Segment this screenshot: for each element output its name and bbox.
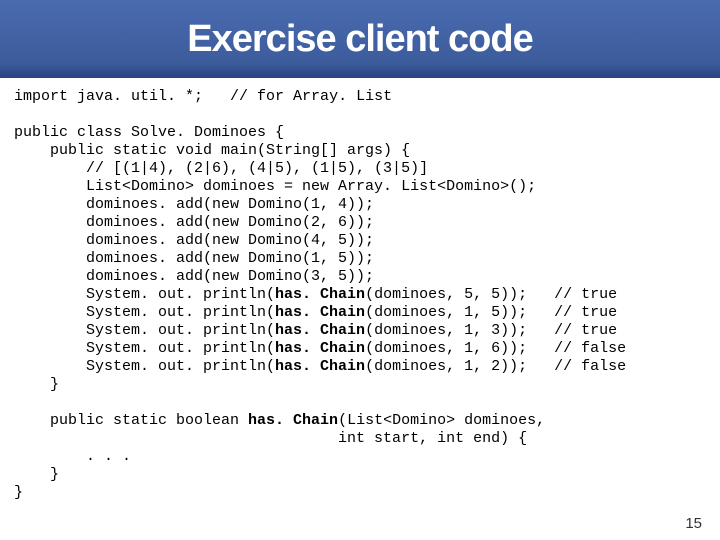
code-comment: // for Array. List	[230, 88, 392, 105]
code-line: (List<Domino> dominoes,	[338, 412, 545, 429]
code-line: (dominoes, 5, 5)); // true	[365, 286, 617, 303]
code-line: (dominoes, 1, 5)); // true	[365, 304, 617, 321]
code-line: dominoes. add(new Domino(1, 5));	[14, 250, 374, 267]
code-line: System. out. println(	[14, 322, 275, 339]
code-line: (dominoes, 1, 2)); // false	[365, 358, 626, 375]
code-line: public static boolean	[14, 412, 248, 429]
code-bold: has. Chain	[275, 286, 365, 303]
code-line: System. out. println(	[14, 340, 275, 357]
code-line: System. out. println(	[14, 304, 275, 321]
code-line: System. out. println(	[14, 286, 275, 303]
code-line: . . .	[14, 448, 131, 465]
code-line: }	[14, 484, 23, 501]
code-line: dominoes. add(new Domino(2, 6));	[14, 214, 374, 231]
code-bold: has. Chain	[275, 304, 365, 321]
code-line: public class Solve. Dominoes {	[14, 124, 284, 141]
code-line: dominoes. add(new Domino(4, 5));	[14, 232, 374, 249]
code-comment: // [(1|4), (2|6), (4|5), (1|5), (3|5)]	[14, 160, 428, 177]
code-line: public static void main(String[] args) {	[14, 142, 410, 159]
code-block: import java. util. *; // for Array. List…	[0, 78, 720, 502]
slide-title: Exercise client code	[187, 18, 532, 61]
page-number: 15	[685, 515, 702, 532]
code-line: }	[14, 466, 59, 483]
code-line: (dominoes, 1, 6)); // false	[365, 340, 626, 357]
code-bold: has. Chain	[275, 340, 365, 357]
code-line: List<Domino> dominoes = new Array. List<…	[14, 178, 536, 195]
code-bold: has. Chain	[275, 358, 365, 375]
code-line: (dominoes, 1, 3)); // true	[365, 322, 617, 339]
code-line: }	[14, 376, 59, 393]
code-line: int start, int end) {	[14, 430, 527, 447]
code-line: System. out. println(	[14, 358, 275, 375]
code-line: dominoes. add(new Domino(3, 5));	[14, 268, 374, 285]
code-line: dominoes. add(new Domino(1, 4));	[14, 196, 374, 213]
slide-header: Exercise client code	[0, 0, 720, 78]
code-bold: has. Chain	[248, 412, 338, 429]
code-line: import java. util. *;	[14, 88, 230, 105]
code-bold: has. Chain	[275, 322, 365, 339]
